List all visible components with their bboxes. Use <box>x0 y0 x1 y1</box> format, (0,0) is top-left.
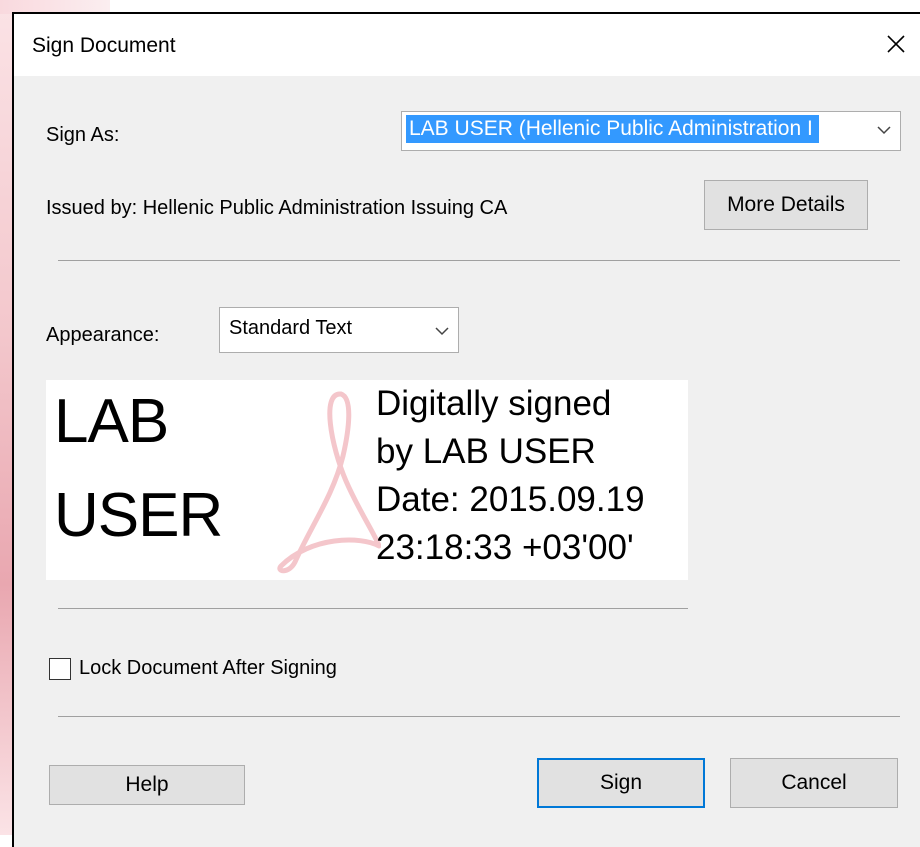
signature-name-line-2: USER <box>54 481 223 550</box>
signature-detail-line-3: Date: 2015.09.19 <box>376 480 645 519</box>
issued-by-text: Issued by: Hellenic Public Administratio… <box>46 197 508 219</box>
sign-as-label: Sign As: <box>46 124 120 146</box>
sign-button[interactable]: Sign <box>537 758 705 808</box>
signature-name-line-1: LAB <box>54 387 169 456</box>
more-details-button[interactable]: More Details <box>704 180 868 230</box>
close-icon[interactable] <box>882 30 910 58</box>
appearance-dropdown[interactable]: Standard Text <box>219 307 459 353</box>
dialog-title: Sign Document <box>32 34 176 57</box>
signature-detail-line-1: Digitally signed <box>376 384 612 423</box>
acrobat-logo-icon <box>277 391 381 574</box>
signature-detail-line-2: by LAB USER <box>376 432 596 471</box>
chevron-down-icon <box>435 327 449 336</box>
separator-top <box>58 260 900 261</box>
sign-as-dropdown[interactable]: LAB USER (Hellenic Public Administration… <box>401 111 901 151</box>
separator-middle <box>58 608 688 609</box>
separator-bottom <box>58 716 900 717</box>
lock-document-checkbox[interactable] <box>49 658 71 680</box>
cancel-label: Cancel <box>781 771 847 794</box>
sign-document-dialog: Sign Document Sign As: LAB USER (Helleni… <box>12 12 920 847</box>
chevron-down-icon <box>877 126 891 135</box>
signature-preview: LAB USER Digitally signed by LAB USER Da… <box>46 380 688 580</box>
cancel-button[interactable]: Cancel <box>730 758 898 808</box>
more-details-label: More Details <box>727 193 845 216</box>
signature-detail-line-4: 23:18:33 +03'00' <box>376 528 634 567</box>
sign-label: Sign <box>599 771 643 794</box>
title-bar: Sign Document <box>14 14 920 76</box>
help-label: Help <box>125 773 169 796</box>
appearance-selected-value: Standard Text <box>229 317 353 339</box>
lock-document-label[interactable]: Lock Document After Signing <box>79 657 337 680</box>
sign-as-selected-value: LAB USER (Hellenic Public Administration… <box>406 115 819 143</box>
appearance-label: Appearance: <box>46 324 160 346</box>
help-button[interactable]: Help <box>49 765 245 805</box>
